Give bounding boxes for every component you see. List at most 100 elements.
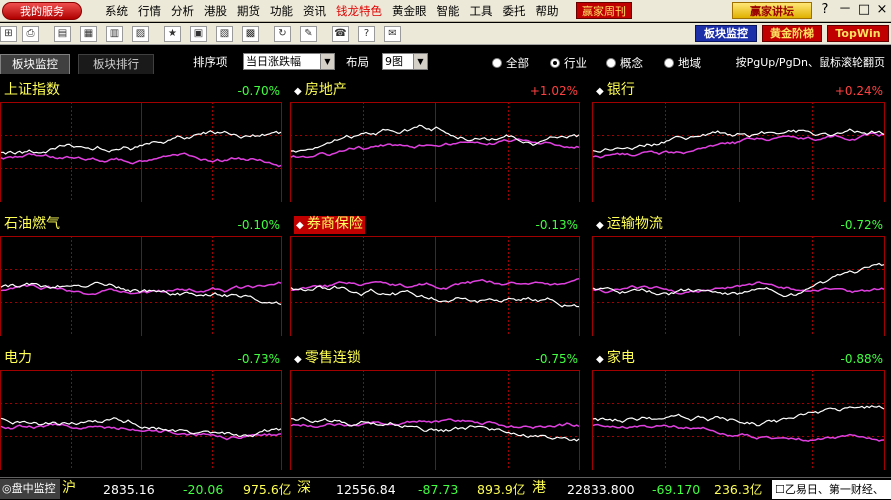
layout-select[interactable]: 9图 ▼ <box>382 53 428 70</box>
radio-all-label: 全部 <box>506 56 529 70</box>
gold-ladder-button[interactable]: 黄金阶梯 <box>762 25 822 42</box>
sector-minichart <box>290 102 580 202</box>
sector-change: -0.10% <box>237 218 280 232</box>
news-ticker[interactable]: ☐乙易日、第一财经、 <box>772 480 891 499</box>
maximize-icon[interactable]: □ <box>855 2 873 19</box>
sector-line <box>592 405 885 427</box>
board-monitor-button[interactable]: 板块监控 <box>695 25 757 42</box>
menu-item[interactable]: 委托 <box>498 3 531 19</box>
menu-item[interactable]: 期货 <box>232 3 265 19</box>
sz-index: 12556.84 <box>336 482 396 497</box>
hk-mark: 港 <box>532 480 546 496</box>
menu-item[interactable]: 系统 <box>100 3 133 19</box>
filter-bar: 板块监控 板块排行 排序项 当日涨跌幅 ▼ 布局 9图 ▼ 全部 行业 概念 地… <box>0 46 891 74</box>
sector-name-text: 银行 <box>606 82 635 98</box>
sh-change: -20.06 <box>183 482 224 497</box>
network-icon[interactable]: ⊞ <box>0 26 17 42</box>
sector-name-text: 上证指数 <box>4 82 60 98</box>
sector-line <box>592 128 885 153</box>
weekly-button[interactable]: 赢家周刊 <box>576 2 632 19</box>
sector-name: ◆ 券商保险 <box>294 216 365 234</box>
star-icon[interactable]: ★ <box>164 26 181 42</box>
menu-item[interactable]: 资讯 <box>298 3 331 19</box>
menu-item[interactable]: 分析 <box>166 3 199 19</box>
sh-amount: 975.6亿 <box>243 482 292 497</box>
sector-change: -0.72% <box>840 218 883 232</box>
menu-bar: 我的服务 系统 行情 分析 港股 期货 功能 资讯 钱龙特色 黄金眼 智能 工具… <box>0 0 891 22</box>
news-icon: ☐ <box>775 483 785 496</box>
bar-chart-icon[interactable]: ▨ <box>132 26 149 42</box>
sector-panel[interactable]: ◆ 房地产 +1.02% <box>290 78 586 208</box>
menu-item[interactable]: 港股 <box>199 3 232 19</box>
tab-board-rank[interactable]: 板块排行 <box>78 54 154 74</box>
sector-minichart <box>0 102 282 202</box>
sector-change: +0.24% <box>834 84 883 98</box>
sector-change: +1.02% <box>529 84 578 98</box>
sector-name: ◆ 房地产 <box>294 82 347 100</box>
table-icon[interactable]: ▦ <box>80 26 97 42</box>
edit-icon[interactable]: ✎ <box>300 26 317 42</box>
close-icon[interactable]: × <box>873 2 891 19</box>
menu-item[interactable]: 行情 <box>133 3 166 19</box>
sector-name: ◆ 运输物流 <box>596 216 663 234</box>
sector-name-text: 石油燃气 <box>4 216 60 232</box>
sector-name: 上证指数 <box>4 82 60 98</box>
menu-item[interactable]: 黄金眼 <box>387 3 432 19</box>
tab-board-monitor[interactable]: 板块监控 <box>0 54 70 74</box>
sector-minichart <box>0 236 282 336</box>
radio-circle-icon <box>664 58 674 68</box>
chart-icon[interactable]: ▥ <box>106 26 123 42</box>
sector-panel[interactable]: 电力 -0.73% <box>0 346 288 476</box>
my-service-button[interactable]: 我的服务 <box>2 2 82 20</box>
sector-minichart <box>0 370 282 470</box>
sort-label: 排序项 <box>193 55 228 69</box>
sector-panel[interactable]: ◆ 家电 -0.88% <box>592 346 891 476</box>
radio-concept[interactable]: 概念 <box>606 55 643 71</box>
menu-item[interactable]: 智能 <box>432 3 465 19</box>
intraday-monitor-label: 盘中监控 <box>11 482 56 495</box>
print-icon[interactable]: ⎙ <box>22 26 39 42</box>
hk-change: -69.170 <box>652 482 701 497</box>
index-line <box>592 423 885 442</box>
sector-name: 电力 <box>4 350 32 366</box>
diamond-icon: ◆ <box>294 354 305 365</box>
sector-panel[interactable]: ◆ 券商保险 -0.13% <box>290 212 586 342</box>
report-icon[interactable]: ▤ <box>54 26 71 42</box>
main-menu: 系统 行情 分析 港股 期货 功能 资讯 钱龙特色 黄金眼 智能 工具 委托 帮… <box>100 3 564 19</box>
refresh-icon[interactable]: ↻ <box>274 26 291 42</box>
radio-region-label: 地域 <box>678 56 701 70</box>
minimize-icon[interactable]: － <box>836 2 854 19</box>
menu-item[interactable]: 工具 <box>465 3 498 19</box>
help-doc-icon[interactable]: ? <box>358 26 375 42</box>
sector-panel[interactable]: 上证指数 -0.70% <box>0 78 288 208</box>
paging-hint: 按PgUp/PgDn、鼠标滚轮翻页 <box>735 56 885 69</box>
sector-minichart <box>290 370 580 470</box>
index-line <box>592 281 885 295</box>
phone-icon[interactable]: ☎ <box>332 26 349 42</box>
radio-all[interactable]: 全部 <box>492 55 529 71</box>
intraday-monitor-button[interactable]: ◎盘中监控 <box>0 479 60 499</box>
sector-panel[interactable]: ◆ 运输物流 -0.72% <box>592 212 891 342</box>
sector-panel[interactable]: ◆ 银行 +0.24% <box>592 78 891 208</box>
sector-panel[interactable]: ◆ 零售连锁 -0.75% <box>290 346 586 476</box>
radio-region[interactable]: 地域 <box>664 55 701 71</box>
sector-panel[interactable]: 石油燃气 -0.10% <box>0 212 288 342</box>
chat-icon[interactable]: ✉ <box>384 26 401 42</box>
sector-name-text: 券商保险 <box>306 216 363 232</box>
sort-select[interactable]: 当日涨跌幅 ▼ <box>243 53 335 70</box>
sector-line <box>592 262 885 298</box>
help-icon[interactable]: ? <box>816 2 834 19</box>
forum-button[interactable]: 赢家讲坛 <box>732 2 812 19</box>
sector-name-text: 电力 <box>4 350 32 366</box>
image-icon[interactable]: ▧ <box>216 26 233 42</box>
radio-industry[interactable]: 行业 <box>550 55 587 71</box>
menu-item[interactable]: 帮助 <box>531 3 564 19</box>
menu-item[interactable]: 功能 <box>265 3 298 19</box>
sector-name-text: 家电 <box>606 350 635 366</box>
diamond-icon: ◆ <box>294 86 305 97</box>
menu-item-qianlong[interactable]: 钱龙特色 <box>331 3 387 19</box>
topwin-button[interactable]: TopWin <box>827 25 889 42</box>
document-icon[interactable]: ▣ <box>190 26 207 42</box>
grid-icon[interactable]: ▩ <box>242 26 259 42</box>
sz-mark: 深 <box>297 480 311 496</box>
